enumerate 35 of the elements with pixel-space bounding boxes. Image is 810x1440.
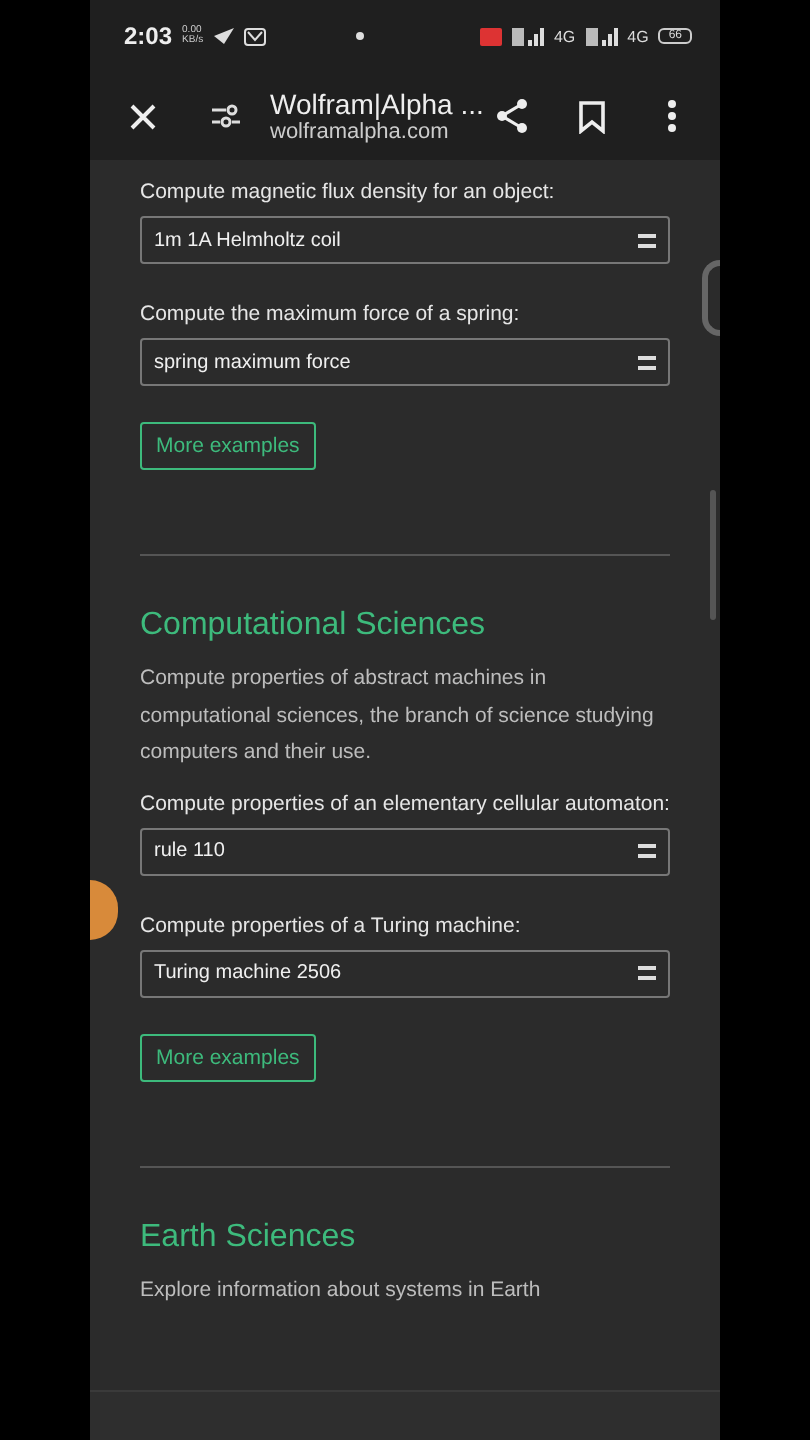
- dot-icon: [355, 32, 364, 40]
- network-type: 4G: [627, 27, 649, 45]
- share-icon: [494, 98, 530, 134]
- example-label: Compute the maximum force of a spring:: [140, 300, 522, 330]
- section-description: Compute properties of abstract machines in computational sciences, the branch of science studying computers and their use.: [140, 664, 656, 768]
- more-examples-button[interactable]: More examples: [140, 422, 316, 470]
- edge-handle[interactable]: [702, 260, 720, 336]
- mail-icon: [243, 27, 266, 45]
- scrollbar: [710, 490, 716, 620]
- section-heading: Earth Sciences: [140, 1217, 358, 1257]
- query-field[interactable]: 1m 1A Helmholtz coil: [140, 216, 670, 264]
- signal-icon: [585, 27, 618, 45]
- equals-icon[interactable]: [638, 966, 656, 980]
- section-description: Explore information about systems in Earth: [140, 1275, 543, 1305]
- example-label: Compute magnetic flux density for an object:: [140, 178, 557, 208]
- sliders-icon: [212, 104, 240, 128]
- equals-icon[interactable]: [638, 355, 656, 369]
- clock-time: 2:03: [124, 22, 173, 50]
- query-field[interactable]: rule 110: [140, 827, 670, 875]
- network-type: 4G: [553, 27, 576, 45]
- menu-icon: [668, 100, 676, 132]
- floating-bubble[interactable]: [90, 880, 118, 940]
- equals-icon[interactable]: [638, 233, 656, 247]
- bookmark-icon: [578, 99, 606, 133]
- page-url: wolframalpha.com: [270, 120, 451, 144]
- page-title: Wolfram|Alpha ...: [270, 88, 486, 120]
- signal-icon: [511, 27, 544, 45]
- query-field[interactable]: spring maximum force: [140, 338, 670, 386]
- example-label: Compute properties of a Turing machine:: [140, 911, 523, 941]
- more-examples-button[interactable]: More examples: [140, 1033, 316, 1081]
- close-icon: [129, 103, 155, 129]
- example-label: Compute properties of an elementary cellular automaton:: [140, 789, 670, 819]
- section-heading: Computational Sciences: [140, 606, 488, 646]
- equals-icon[interactable]: [638, 844, 656, 858]
- query-field[interactable]: Turing machine 2506: [140, 949, 670, 997]
